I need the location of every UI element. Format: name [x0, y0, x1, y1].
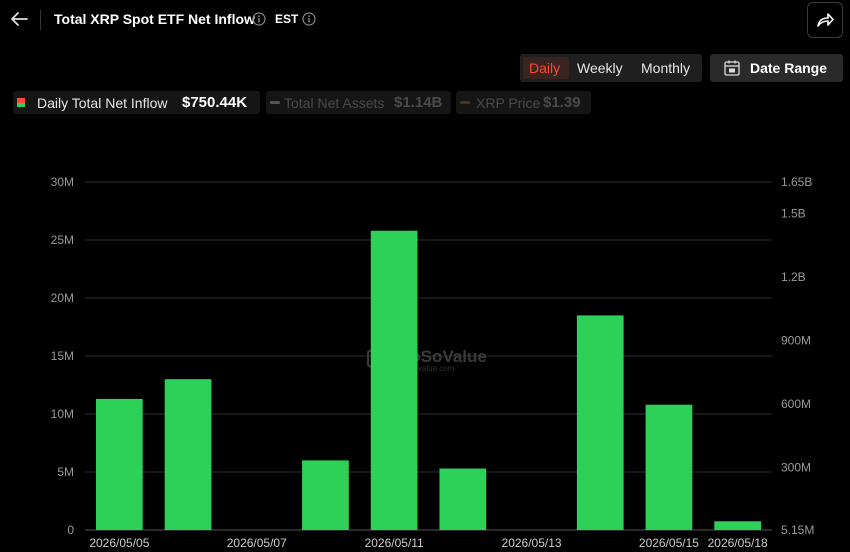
header-bar: Total XRP Spot ETF Net Inflow EST: [0, 0, 850, 40]
bars: [95, 230, 762, 530]
net-inflow-swatch: [17, 98, 25, 107]
legend-xrp-price-label: XRP Price: [476, 95, 541, 111]
x-tick-label: 2026/05/11: [365, 536, 424, 550]
y-tick-label: 15M: [51, 349, 74, 363]
y-tick-label: 0: [67, 523, 74, 537]
tab-weekly[interactable]: Weekly: [577, 60, 623, 76]
bar-2026/05/12: [439, 468, 487, 530]
y2-tick-label: 5.15M: [781, 523, 814, 537]
share-icon: [817, 13, 834, 27]
x-tick-label: 2026/05/07: [227, 536, 287, 550]
y-tick-label: 20M: [51, 291, 74, 305]
tab-daily[interactable]: Daily: [529, 60, 560, 76]
header-divider: [40, 10, 41, 30]
x-tick-label: 2026/05/18: [708, 536, 768, 550]
legend-xrp-price-value: $1.39: [543, 94, 581, 111]
y-tick-label: 30M: [51, 175, 74, 189]
net-assets-swatch: [270, 101, 280, 104]
y2-tick-label: 1.5B: [781, 207, 806, 221]
legend-net-inflow-label: Daily Total Net Inflow: [37, 95, 168, 111]
x-tick-label: 2026/05/15: [639, 536, 699, 550]
y-axis-right: 5.15M 300M 600M 900M 1.2B 1.5B 1.65B: [781, 175, 814, 537]
y-axis-left: 0 5M 10M 15M 20M 25M 30M: [51, 175, 75, 537]
legend-net-assets-label: Total Net Assets: [284, 95, 385, 111]
y-tick-label: 25M: [51, 233, 74, 247]
legend-net-assets-value: $1.14B: [394, 94, 443, 111]
tab-monthly[interactable]: Monthly: [641, 60, 690, 76]
period-selector: Daily Weekly Monthly: [520, 54, 702, 82]
net-inflow-bar-chart: SoSoValue sosovalue.com 05M10M15M20M25M3…: [51, 175, 815, 550]
legend-net-assets[interactable]: Total Net Assets $1.14B: [266, 91, 451, 114]
bar-2026/05/11: [370, 230, 418, 530]
bar-2026/05/18: [714, 521, 762, 530]
page-title: Total XRP Spot ETF Net Inflow: [54, 11, 255, 27]
x-tick-label: 2026/05/05: [89, 536, 149, 550]
y2-tick-label: 1.2B: [781, 270, 806, 284]
x-axis: 2026/05/05 2026/05/07 2026/05/11 2026/05/13…: [89, 536, 768, 550]
legend-xrp-price[interactable]: XRP Price $1.39: [456, 91, 591, 114]
bar-2026/05/08: [302, 460, 349, 530]
legend-net-inflow-value: $750.44K: [182, 94, 248, 111]
xrp-price-swatch: [460, 101, 470, 104]
y-tick-label: 10M: [51, 407, 74, 421]
info-icon[interactable]: [252, 12, 266, 26]
bar-2026/05/05: [95, 398, 143, 530]
legend-net-inflow[interactable]: Daily Total Net Inflow $750.44K: [13, 91, 260, 114]
timezone-info-icon[interactable]: [302, 12, 316, 26]
y2-tick-label: 1.65B: [781, 175, 812, 189]
y2-tick-label: 600M: [781, 397, 811, 411]
share-button[interactable]: [807, 2, 843, 38]
back-arrow-icon[interactable]: [8, 8, 30, 30]
x-tick-label: 2026/05/13: [502, 536, 562, 550]
y2-tick-label: 300M: [781, 461, 811, 475]
bar-2026/05/15: [645, 404, 693, 530]
date-range-button[interactable]: Date Range: [710, 54, 843, 82]
date-range-label: Date Range: [750, 60, 828, 76]
bar-2026/05/14: [576, 315, 624, 530]
bar-2026/05/06: [164, 379, 212, 530]
timezone-label: EST: [275, 12, 299, 26]
calendar-icon: [724, 60, 740, 76]
y2-tick-label: 900M: [781, 334, 811, 348]
y-tick-label: 5M: [57, 465, 74, 479]
